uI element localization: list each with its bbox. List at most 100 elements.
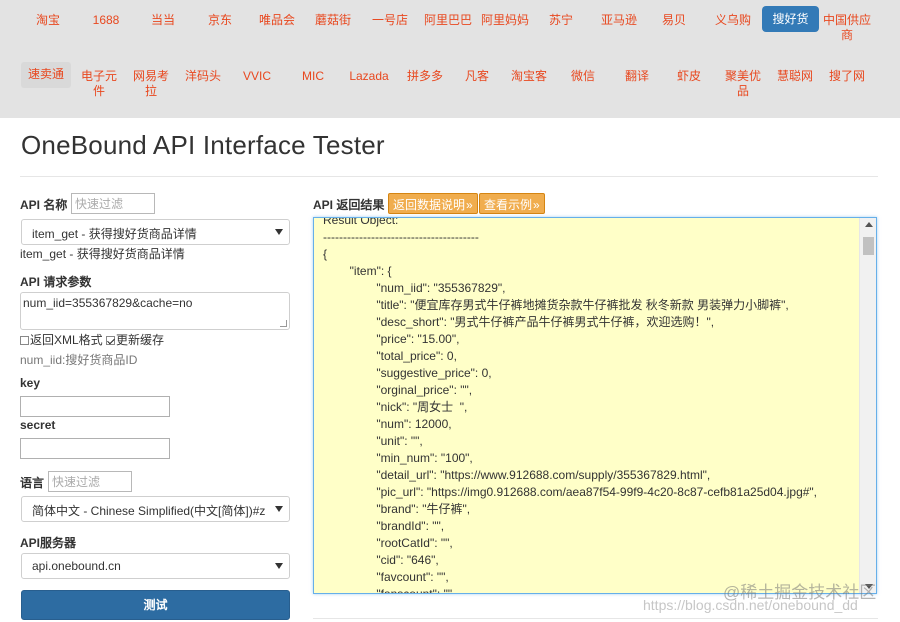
nav-link-row2-14[interactable]: 慧聪网	[772, 62, 818, 106]
double-chevron-right-icon: »	[533, 198, 540, 212]
result-line: "unit": "",	[323, 434, 423, 448]
scroll-up-icon[interactable]	[865, 222, 873, 227]
bottom-divider	[313, 618, 878, 619]
watermark-url: https://blog.csdn.net/onebound_dd	[643, 597, 858, 613]
result-output[interactable]: Result Object: --------------------------…	[313, 217, 877, 594]
nav-link-row1-9[interactable]: 苏宁	[535, 6, 587, 50]
result-docs-button[interactable]: 返回数据说明»	[388, 193, 478, 214]
result-line: "desc_short": "男式牛仔裤产品牛仔裤男式牛仔裤，欢迎选购！",	[323, 315, 715, 329]
nav-link-row1-0[interactable]: 淘宝	[22, 6, 74, 50]
xml-checkbox-label: 返回XML格式	[30, 333, 103, 347]
nav-link-row1-13[interactable]: 搜好货	[762, 6, 819, 32]
result-scrollbar[interactable]	[859, 218, 876, 593]
params-value: num_iid=355367829&cache=no	[23, 296, 193, 310]
refresh-cache-checkbox[interactable]	[106, 336, 116, 345]
result-line: "nick": "周女士 ",	[323, 400, 468, 414]
nav-link-row1-10[interactable]: 亚马逊	[590, 6, 648, 50]
nav-link-row2-5[interactable]: MIC	[290, 62, 336, 106]
nav-link-row2-6[interactable]: Lazada	[346, 62, 392, 106]
result-line: ---------------------------------------	[323, 230, 479, 244]
view-example-button-label: 查看示例	[484, 198, 533, 212]
nav-link-row1-11[interactable]: 易贝	[648, 6, 700, 50]
test-button[interactable]: 测试	[21, 590, 290, 620]
nav-link-row2-12[interactable]: 虾皮	[666, 62, 712, 106]
title-divider	[20, 176, 878, 177]
chevron-down-icon	[275, 563, 283, 569]
params-hint: num_iid:搜好货商品ID	[20, 353, 138, 367]
secret-input[interactable]	[20, 438, 170, 459]
result-line: "rootCatId": "",	[323, 536, 453, 550]
nav-link-row2-11[interactable]: 翻译	[614, 62, 660, 106]
server-select[interactable]: api.onebound.cn	[21, 553, 290, 579]
nav-link-row1-7[interactable]: 阿里巴巴	[420, 6, 476, 50]
nav-link-row1-8[interactable]: 阿里妈妈	[476, 6, 534, 50]
scrollbar-thumb[interactable]	[863, 237, 874, 255]
nav-link-row1-12[interactable]: 义乌购	[705, 6, 761, 50]
result-line: "brandId": "",	[323, 519, 445, 533]
result-line: "title": "便宜库存男式牛仔裤地摊货杂款牛仔裤批发 秋冬新款 男装弹力小…	[323, 298, 789, 312]
nav-link-row1-14[interactable]: 中国供应商	[819, 6, 875, 50]
nav-link-row2-9[interactable]: 淘宝客	[506, 62, 552, 106]
secret-label: secret	[20, 418, 56, 432]
platform-nav-row-1: 淘宝 1688 当当 京东 唯品会 蘑菇街 一号店 阿里巴巴 阿里妈妈 苏宁 亚马逊 易贝 义乌购 搜好货…	[0, 6, 900, 56]
language-label: 语言	[20, 476, 45, 490]
nav-link-row1-3[interactable]: 京东	[192, 6, 248, 50]
nav-link-row2-8[interactable]: 凡客	[454, 62, 500, 106]
language-select[interactable]: 简体中文 - Chinese Simplified(中文[简体])#z	[21, 496, 290, 522]
key-input[interactable]	[20, 396, 170, 417]
nav-link-row1-6[interactable]: 一号店	[362, 6, 418, 50]
language-selected: 简体中文 - Chinese Simplified(中文[简体])#z	[32, 504, 266, 518]
nav-link-row1-2[interactable]: 当当	[137, 6, 189, 50]
api-description: item_get - 获得搜好货商品详情	[20, 247, 185, 261]
result-line: "orginal_price": "",	[323, 383, 473, 397]
result-line: "cid": "646",	[323, 553, 439, 567]
api-name-label: API 名称	[20, 198, 68, 212]
params-textarea[interactable]: num_iid=355367829&cache=no	[20, 292, 290, 330]
chevron-down-icon	[275, 506, 283, 512]
api-filter-input[interactable]	[71, 193, 155, 214]
xml-checkbox[interactable]	[20, 336, 29, 345]
nav-link-row1-4[interactable]: 唯品会	[249, 6, 305, 50]
language-filter-input[interactable]	[48, 471, 132, 492]
page-title: OneBound API Interface Tester	[21, 130, 385, 160]
result-code: Result Object: --------------------------…	[323, 217, 853, 593]
nav-link-row2-3[interactable]: 洋码头	[180, 62, 226, 106]
nav-link-row2-1[interactable]: 电子元件	[76, 62, 122, 106]
result-line: "detail_url": "https://www.912688.com/su…	[323, 468, 711, 482]
nav-link-row2-7[interactable]: 拼多多	[402, 62, 448, 106]
nav-link-row1-1[interactable]: 1688	[78, 6, 134, 50]
nav-link-row2-0[interactable]: 速卖通	[21, 62, 71, 88]
double-chevron-right-icon: »	[466, 198, 473, 212]
nav-link-row1-5[interactable]: 蘑菇街	[305, 6, 361, 50]
server-label: API服务器	[20, 536, 77, 550]
params-label: API 请求参数	[20, 275, 92, 289]
result-label: API 返回结果	[313, 198, 385, 212]
result-line: {	[323, 247, 328, 261]
result-line: "min_num": "100",	[323, 451, 473, 465]
result-line: "brand": "牛仔裤",	[323, 502, 471, 516]
result-line: "num_iid": "355367829",	[323, 281, 506, 295]
nav-link-row2-4[interactable]: VVIC	[232, 62, 282, 106]
result-line: "item": {	[323, 264, 392, 278]
resize-grip-icon[interactable]	[280, 320, 287, 327]
params-options: 返回XML格式 更新缓存	[20, 331, 164, 348]
key-label: key	[20, 376, 41, 390]
platform-nav-row-2: 速卖通 电子元件网易考拉洋码头 VVIC MIC Lazada 拼多多 凡客 淘宝客 微信 翻译虾…	[0, 62, 900, 112]
result-line: "suggestive_price": 0,	[323, 366, 492, 380]
api-name-select[interactable]: item_get - 获得搜好货商品详情	[21, 219, 290, 245]
chevron-down-icon	[275, 229, 283, 235]
platform-nav: 淘宝 1688 当当 京东 唯品会 蘑菇街 一号店 阿里巴巴 阿里妈妈 苏宁 亚马逊 易贝 义乌购 搜好货…	[0, 0, 900, 118]
nav-link-row2-2[interactable]: 网易考拉	[128, 62, 174, 106]
nav-link-row2-15[interactable]: 搜了网	[824, 62, 870, 106]
result-line: Result Object:	[323, 217, 399, 227]
nav-link-row2-10[interactable]: 微信	[560, 62, 606, 106]
api-name-selected: item_get - 获得搜好货商品详情	[32, 227, 197, 241]
result-line: "price": "15.00",	[323, 332, 460, 346]
result-line: "pic_url": "https://img0.912688.com/aea8…	[323, 485, 818, 499]
result-line: "num": 12000,	[323, 417, 452, 431]
view-example-button[interactable]: 查看示例»	[479, 193, 545, 214]
result-docs-button-label: 返回数据说明	[393, 198, 466, 212]
nav-link-row2-13[interactable]: 聚美优品	[718, 62, 768, 106]
server-selected: api.onebound.cn	[32, 559, 121, 573]
result-line: "total_price": 0,	[323, 349, 457, 363]
